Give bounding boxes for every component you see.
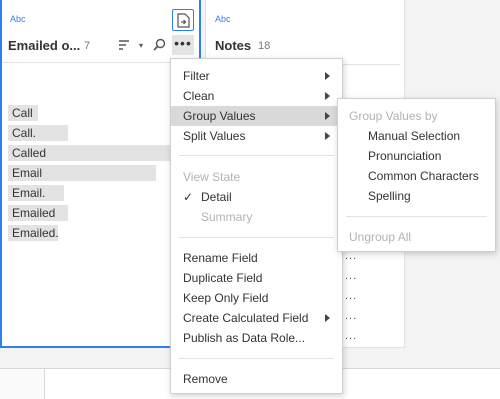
menu-item-split-values[interactable]: Split Values	[171, 126, 342, 146]
data-type-label: Abc	[10, 14, 26, 24]
menu-item-label: Clean	[183, 89, 215, 103]
field-context-menu: Filter Clean Group Values Split Values V…	[170, 58, 343, 394]
menu-separator	[179, 358, 334, 359]
checkmark-icon: ✓	[183, 190, 194, 204]
value-bar[interactable]: Called	[8, 145, 173, 161]
menu-item-create-calculated-field[interactable]: Create Calculated Field	[171, 308, 342, 328]
field-count: 7	[84, 40, 91, 52]
value-bar[interactable]: Email	[8, 165, 156, 181]
bottom-panel-tab[interactable]	[0, 369, 45, 399]
menu-item-duplicate-field[interactable]: Duplicate Field	[171, 268, 342, 288]
submenu-item-spelling[interactable]: Spelling	[338, 186, 495, 206]
submenu-arrow-icon	[325, 132, 330, 140]
menu-item-filter[interactable]: Filter	[171, 66, 342, 86]
menu-item-remove[interactable]: Remove	[171, 369, 342, 389]
menu-item-summary: Summary	[201, 210, 253, 224]
submenu-item-ungroup-all: Ungroup All	[349, 230, 412, 244]
submenu-header: Group Values by	[349, 109, 438, 123]
value-bar[interactable]: Emailed.	[8, 225, 59, 241]
submenu-arrow-icon	[325, 72, 330, 80]
menu-item-label: Group Values	[183, 109, 256, 123]
value-bar[interactable]: Call	[8, 105, 38, 121]
more-options-button[interactable]: •••	[172, 35, 194, 55]
value-bar[interactable]: Emailed	[8, 205, 68, 221]
value-bar[interactable]: Email.	[8, 185, 64, 201]
menu-item-rename-field[interactable]: Rename Field	[171, 248, 342, 268]
menu-item-keep-only-field[interactable]: Keep Only Field	[171, 288, 342, 308]
sort-icon[interactable]	[118, 39, 130, 54]
menu-item-label: Create Calculated Field	[183, 311, 309, 325]
value-ellipsis: ...	[345, 290, 358, 302]
value-ellipsis: ...	[345, 270, 358, 282]
menu-item-label: Filter	[183, 69, 210, 83]
field-title[interactable]: Emailed o...	[8, 38, 80, 53]
submenu-arrow-icon	[325, 314, 330, 322]
submenu-item-common-characters[interactable]: Common Characters	[338, 166, 495, 186]
submenu-item-manual-selection[interactable]: Manual Selection	[338, 126, 495, 146]
recommendations-icon	[177, 13, 190, 28]
recommendations-button[interactable]	[172, 9, 194, 31]
value-ellipsis: ...	[345, 330, 358, 342]
value-ellipsis: ...	[345, 310, 358, 322]
menu-item-publish-data-role[interactable]: Publish as Data Role...	[171, 328, 342, 348]
menu-section-view-state: View State	[183, 170, 241, 184]
menu-item-label: Detail	[201, 190, 232, 204]
more-options-icon: •••	[174, 35, 192, 51]
submenu-arrow-icon	[325, 92, 330, 100]
field-count: 18	[258, 40, 271, 52]
search-icon[interactable]	[153, 38, 166, 54]
data-type-label: Abc	[215, 14, 231, 24]
menu-item-group-values[interactable]: Group Values	[171, 106, 342, 126]
menu-separator	[179, 155, 334, 156]
value-bar[interactable]: Call.	[8, 125, 68, 141]
menu-separator	[346, 216, 487, 217]
submenu-arrow-icon	[325, 112, 330, 120]
field-title[interactable]: Notes	[215, 38, 251, 53]
menu-item-label: Split Values	[183, 129, 246, 143]
submenu-item-pronunciation[interactable]: Pronunciation	[338, 146, 495, 166]
menu-separator	[179, 237, 334, 238]
sort-dropdown-icon[interactable]: ▾	[139, 41, 143, 50]
menu-item-detail[interactable]: ✓ Detail	[171, 187, 342, 207]
menu-item-clean[interactable]: Clean	[171, 86, 342, 106]
group-values-submenu: Group Values by Manual Selection Pronunc…	[337, 98, 496, 252]
